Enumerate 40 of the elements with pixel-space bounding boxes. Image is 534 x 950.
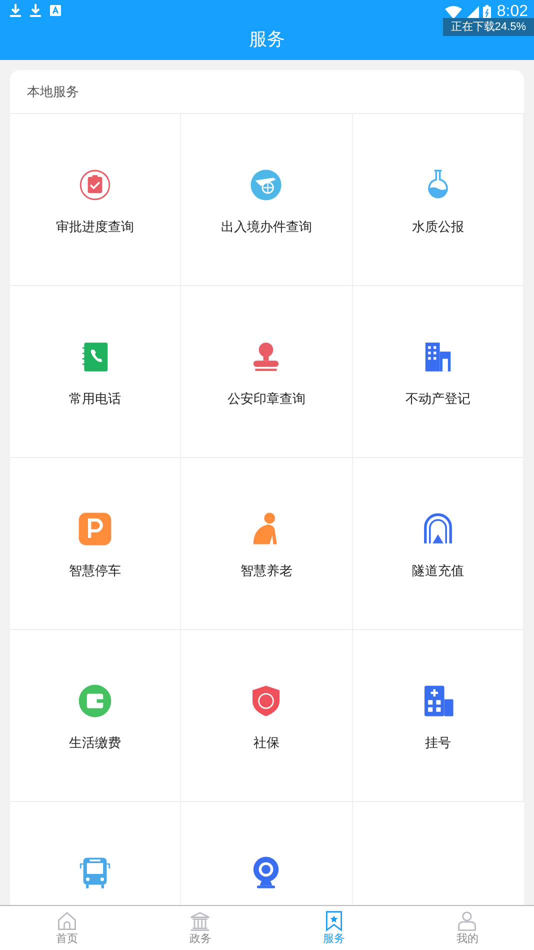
service-label: 审批进度查询 — [56, 218, 134, 236]
service-tile[interactable]: 社保 — [181, 630, 353, 802]
service-tile[interactable]: 审批进度查询 — [10, 114, 182, 286]
section-title: 本地服务 — [27, 82, 79, 101]
download-icon — [30, 4, 41, 17]
service-label: 生活缴费 — [69, 734, 122, 752]
government-building-icon — [189, 910, 212, 932]
service-label: 常用电话 — [69, 390, 122, 408]
app-notification-icon — [50, 5, 61, 16]
person-icon — [456, 910, 478, 932]
service-tile[interactable]: 常用电话 — [10, 286, 182, 458]
service-label: 智慧停车 — [69, 562, 122, 580]
service-tile[interactable]: 水质公报 — [352, 114, 524, 286]
battery-icon — [482, 5, 491, 19]
service-tile[interactable]: 出入境办件查询 — [181, 114, 353, 286]
service-tile[interactable]: 智慧养老 — [181, 458, 353, 630]
page-title: 服务 — [248, 28, 286, 50]
nav-tab[interactable]: 我的 — [400, 906, 534, 950]
service-tile[interactable]: 挂号 — [352, 630, 524, 802]
service-label: 不动产登记 — [405, 390, 470, 408]
download-icon — [10, 4, 21, 17]
service-tile[interactable]: 智慧停车 — [10, 458, 182, 630]
service-tile[interactable]: 隧道充值 — [352, 458, 524, 630]
service-label: 智慧养老 — [240, 562, 292, 580]
nav-tab[interactable]: 首页 — [0, 906, 134, 950]
service-label: 隧道充值 — [412, 562, 464, 580]
wifi-icon — [444, 6, 462, 18]
parking-icon — [77, 511, 114, 547]
service-tile[interactable]: 生活缴费 — [10, 630, 182, 802]
download-toast: 正在下载24.5% — [442, 18, 534, 36]
service-tile[interactable]: 公安印章查询 — [181, 286, 353, 458]
service-label: 挂号 — [424, 734, 451, 752]
nav-tab[interactable]: 政务 — [134, 906, 267, 950]
service-label: 出入境办件查询 — [220, 218, 312, 236]
service-label: 水质公报 — [412, 218, 464, 236]
home-icon — [56, 910, 78, 932]
wallet-icon — [77, 683, 114, 719]
service-label: 社保 — [253, 734, 280, 752]
service-label: 公安印章查询 — [227, 390, 306, 408]
service-tile[interactable]: 不动产登记 — [352, 286, 524, 458]
